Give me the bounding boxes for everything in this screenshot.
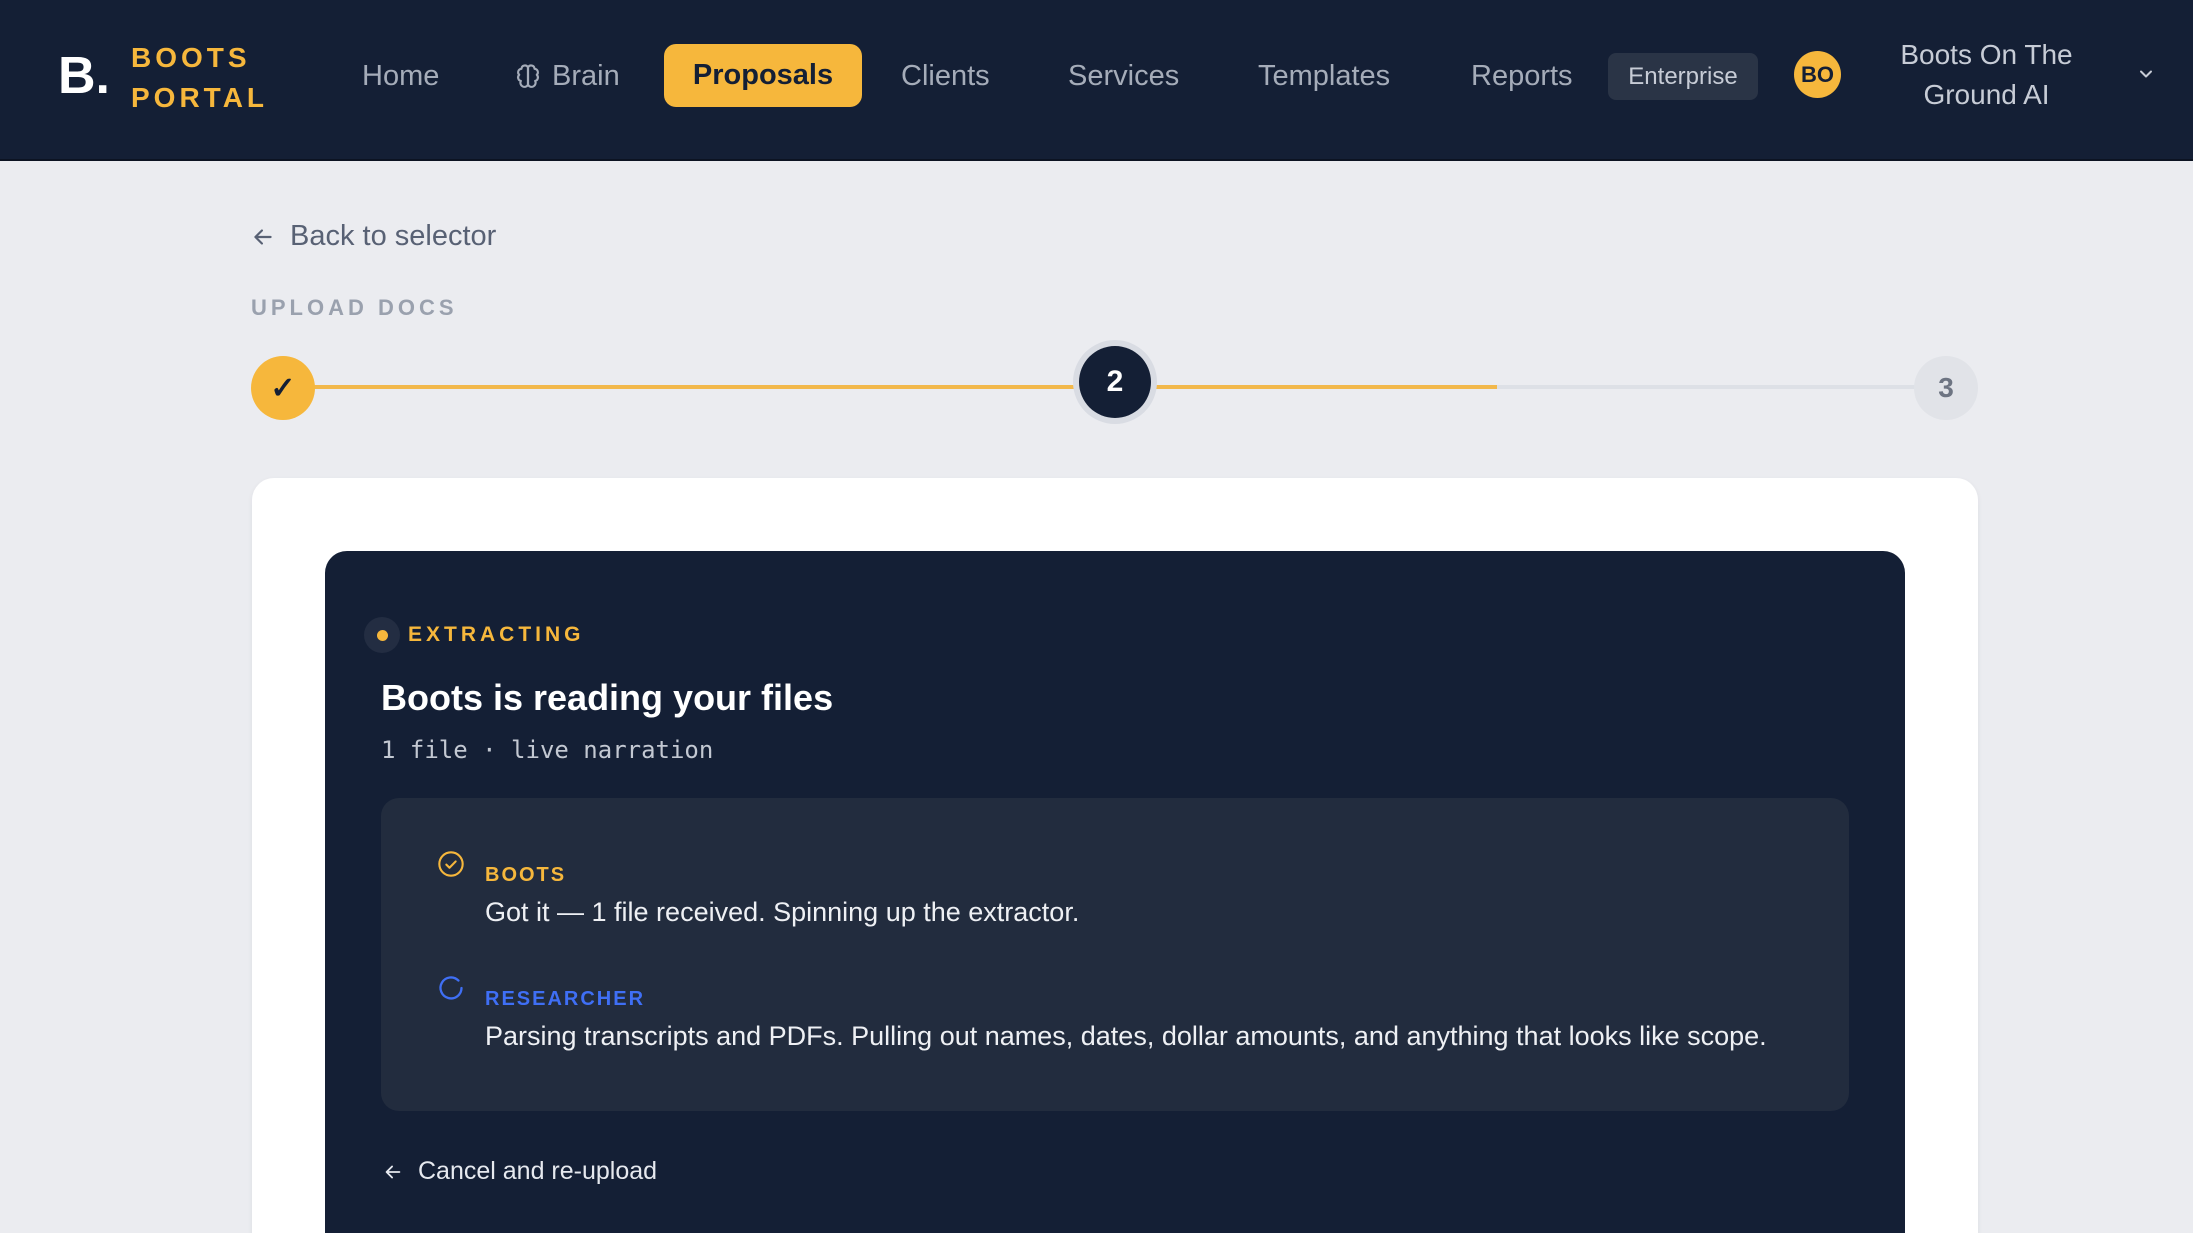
plan-badge: Enterprise: [1608, 53, 1758, 100]
panel-title: Boots is reading your files: [381, 677, 834, 718]
nav-brain[interactable]: Brain: [514, 56, 620, 96]
step-2-current: 2: [1079, 346, 1151, 418]
nav-clients[interactable]: Clients: [901, 56, 990, 96]
cancel-link-label: Cancel and re-upload: [418, 1157, 658, 1185]
nav-proposals-label: Proposals: [692, 59, 834, 91]
step-3-label: 3: [1938, 372, 1954, 403]
org-name-line-2: Ground AI: [1923, 79, 2050, 110]
arrow-left-icon: [385, 1165, 401, 1178]
nav-services-label: Services: [1068, 60, 1180, 92]
nav-services[interactable]: Services: [1068, 56, 1179, 96]
nav-reports-label: Reports: [1471, 60, 1573, 92]
log-role: RESEARCHER: [485, 988, 646, 1010]
step-3-upcoming: 3: [1914, 356, 1978, 420]
status-dot: [376, 629, 388, 641]
stepper-progress-fill: [283, 385, 1497, 389]
logo-wordmark[interactable]: BOOTS PORTAL: [131, 38, 268, 118]
logo-line-1: BOOTS: [131, 42, 251, 73]
log-message: Got it — 1 file received. Spinning up th…: [485, 897, 1080, 927]
step-1-complete[interactable]: ✓: [251, 356, 315, 420]
org-name-line-1: Boots On The: [1900, 39, 2073, 70]
avatar[interactable]: BO: [1794, 51, 1841, 98]
narration-log: BOOTS Got it — 1 file received. Spinning…: [381, 798, 1849, 1111]
org-switcher[interactable]: Boots On The Ground AI: [1868, 35, 2105, 115]
nav-home[interactable]: Home: [362, 56, 439, 96]
nav-reports[interactable]: Reports: [1471, 56, 1573, 96]
spinner-icon: [439, 976, 463, 1000]
logo-line-2: PORTAL: [131, 82, 269, 113]
brain-icon: [517, 64, 539, 88]
status-text: EXTRACTING: [408, 623, 585, 646]
back-to-selector-link[interactable]: Back to selector: [250, 220, 496, 253]
back-link-label: Back to selector: [290, 220, 497, 252]
log-message: Parsing transcripts and PDFs. Pulling ou…: [485, 1021, 1767, 1051]
cancel-reupload-link[interactable]: Cancel and re-upload: [382, 1157, 657, 1186]
chevron-down-icon[interactable]: [2136, 64, 2156, 84]
section-label: UPLOAD DOCS: [251, 295, 458, 320]
nav-templates[interactable]: Templates: [1258, 56, 1390, 96]
step-1-label: ✓: [270, 371, 296, 405]
logo-letter: B.: [58, 47, 110, 105]
nav-brain-label: Brain: [552, 60, 620, 92]
status-indicator: [364, 617, 400, 653]
logo-mark[interactable]: B.: [58, 50, 110, 102]
nav-templates-label: Templates: [1258, 60, 1391, 92]
arrow-left-icon: [254, 228, 272, 245]
panel-subtitle: 1 file · live narration: [381, 736, 714, 764]
nav-clients-label: Clients: [901, 60, 990, 92]
step-2-label: 2: [1106, 365, 1124, 398]
top-nav: B. BOOTS PORTAL Home Brain Proposals Cli…: [0, 0, 2193, 161]
nav-home-label: Home: [362, 60, 440, 92]
log-role: BOOTS: [485, 864, 567, 886]
check-circle-icon: [438, 851, 464, 877]
nav-proposals[interactable]: Proposals: [664, 44, 862, 107]
status-badge: EXTRACTING: [364, 617, 585, 653]
